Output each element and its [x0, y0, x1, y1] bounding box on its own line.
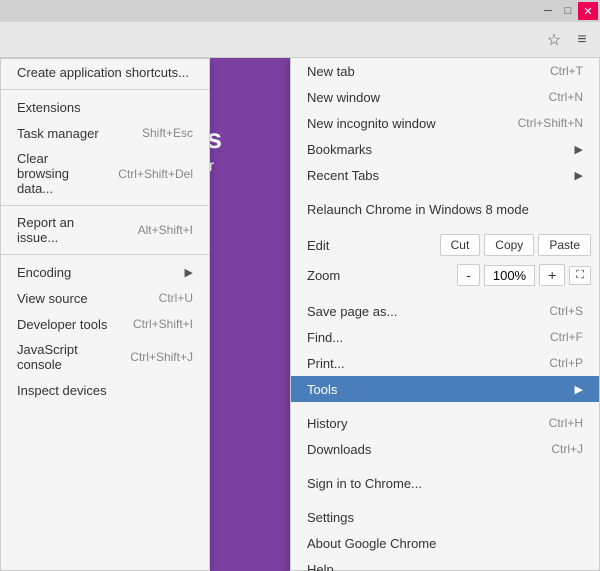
menu-item-save-page-shortcut: Ctrl+S	[549, 304, 583, 318]
menu-item-new-window[interactable]: New window Ctrl+N	[291, 84, 599, 110]
chevron-right-icon-2: ▶	[575, 169, 583, 182]
cut-button[interactable]: Cut	[440, 234, 481, 256]
menu-item-bookmarks-label: Bookmarks	[307, 142, 570, 157]
zoom-value: 100%	[484, 265, 535, 286]
tools-submenu: Create application shortcuts... Extensio…	[0, 58, 210, 571]
submenu-separator-2	[1, 205, 209, 206]
menu-edit-row: Edit Cut Copy Paste	[291, 230, 599, 260]
submenu-inspect-devices[interactable]: Inspect devices	[1, 377, 209, 403]
menu-item-new-window-shortcut: Ctrl+N	[549, 90, 583, 104]
fullscreen-button[interactable]: ⛶	[569, 266, 591, 285]
menu-item-sign-in[interactable]: Sign in to Chrome...	[291, 470, 599, 496]
submenu-extensions-label: Extensions	[17, 100, 193, 115]
submenu-clear-browsing-shortcut: Ctrl+Shift+Del	[118, 167, 193, 181]
menu-item-about-chrome-label: About Google Chrome	[307, 536, 583, 551]
submenu-developer-tools-label: Developer tools	[17, 317, 113, 332]
maximize-button[interactable]: □	[558, 2, 578, 20]
menu-item-new-incognito[interactable]: New incognito window Ctrl+Shift+N	[291, 110, 599, 136]
chevron-right-icon: ▶	[575, 143, 583, 156]
submenu-view-source-shortcut: Ctrl+U	[159, 291, 193, 305]
edit-label: Edit	[299, 238, 436, 253]
menu-item-downloads[interactable]: Downloads Ctrl+J	[291, 436, 599, 462]
submenu-separator-3	[1, 254, 209, 255]
menu-item-print-label: Print...	[307, 356, 529, 371]
menu-item-save-page[interactable]: Save page as... Ctrl+S	[291, 298, 599, 324]
menu-item-new-tab[interactable]: New tab Ctrl+T	[291, 58, 599, 84]
menu-icon[interactable]: ≡	[568, 26, 596, 54]
submenu-view-source[interactable]: View source Ctrl+U	[1, 285, 209, 311]
menu-item-tools[interactable]: Tools ▶	[291, 376, 599, 402]
menu-item-new-tab-label: New tab	[307, 64, 530, 79]
title-bar: ─ □ ✕	[0, 0, 600, 22]
submenu-create-shortcuts[interactable]: Create application shortcuts...	[1, 59, 209, 85]
copy-button[interactable]: Copy	[484, 234, 534, 256]
star-icon[interactable]: ☆	[540, 26, 568, 54]
menu-item-history-shortcut: Ctrl+H	[549, 416, 583, 430]
menu-item-help-label: Help	[307, 562, 583, 571]
chevron-right-icon-4: ▶	[185, 266, 193, 279]
menu-item-settings[interactable]: Settings	[291, 504, 599, 530]
menu-item-history[interactable]: History Ctrl+H	[291, 410, 599, 436]
menu-item-downloads-shortcut: Ctrl+J	[551, 442, 583, 456]
submenu-javascript-console-shortcut: Ctrl+Shift+J	[130, 350, 193, 364]
menu-item-relaunch[interactable]: Relaunch Chrome in Windows 8 mode	[291, 196, 599, 222]
menu-item-help[interactable]: Help	[291, 556, 599, 571]
menu-item-print-shortcut: Ctrl+P	[549, 356, 583, 370]
submenu-task-manager[interactable]: Task manager Shift+Esc	[1, 120, 209, 146]
submenu-javascript-console[interactable]: JavaScript console Ctrl+Shift+J	[1, 337, 209, 377]
menu-item-about-chrome[interactable]: About Google Chrome	[291, 530, 599, 556]
submenu-separator-1	[1, 89, 209, 90]
menu-item-find-shortcut: Ctrl+F	[550, 330, 583, 344]
submenu-report-issue[interactable]: Report an issue... Alt+Shift+I	[1, 210, 209, 250]
menu-item-save-page-label: Save page as...	[307, 304, 529, 319]
submenu-inspect-devices-label: Inspect devices	[17, 383, 193, 398]
close-button[interactable]: ✕	[578, 2, 598, 20]
menu-item-history-label: History	[307, 416, 529, 431]
submenu-report-issue-shortcut: Alt+Shift+I	[138, 223, 193, 237]
menu-item-print[interactable]: Print... Ctrl+P	[291, 350, 599, 376]
zoom-out-button[interactable]: -	[457, 264, 480, 286]
menu-item-new-window-label: New window	[307, 90, 529, 105]
submenu-task-manager-shortcut: Shift+Esc	[142, 126, 193, 140]
submenu-developer-tools[interactable]: Developer tools Ctrl+Shift+I	[1, 311, 209, 337]
menu-zoom-row: Zoom - 100% + ⛶	[291, 260, 599, 290]
menu-item-recent-tabs[interactable]: Recent Tabs ▶	[291, 162, 599, 188]
zoom-in-button[interactable]: +	[539, 264, 565, 286]
menu-item-tools-label: Tools	[307, 382, 570, 397]
menu-item-new-tab-shortcut: Ctrl+T	[550, 64, 583, 78]
submenu-encoding-label: Encoding	[17, 265, 180, 280]
minimize-button[interactable]: ─	[538, 2, 558, 20]
menu-item-bookmarks[interactable]: Bookmarks ▶	[291, 136, 599, 162]
paste-button[interactable]: Paste	[538, 234, 591, 256]
zoom-label: Zoom	[299, 268, 453, 283]
chevron-right-icon-3: ▶	[575, 383, 583, 396]
menu-item-find-label: Find...	[307, 330, 530, 345]
submenu-create-shortcuts-label: Create application shortcuts...	[17, 65, 193, 80]
submenu-encoding[interactable]: Encoding ▶	[1, 259, 209, 285]
submenu-task-manager-label: Task manager	[17, 126, 122, 141]
submenu-developer-tools-shortcut: Ctrl+Shift+I	[133, 317, 193, 331]
menu-item-downloads-label: Downloads	[307, 442, 531, 457]
page-content: uponarific d Now, Save Ins You Can Save …	[0, 58, 600, 571]
submenu-clear-browsing-label: Clear browsing data...	[17, 151, 98, 196]
menu-item-recent-tabs-label: Recent Tabs	[307, 168, 570, 183]
submenu-javascript-console-label: JavaScript console	[17, 342, 110, 372]
menu-item-new-incognito-label: New incognito window	[307, 116, 498, 131]
submenu-report-issue-label: Report an issue...	[17, 215, 118, 245]
menu-item-sign-in-label: Sign in to Chrome...	[307, 476, 583, 491]
submenu-view-source-label: View source	[17, 291, 139, 306]
menu-item-relaunch-label: Relaunch Chrome in Windows 8 mode	[307, 202, 583, 217]
chrome-menu: New tab Ctrl+T New window Ctrl+N New inc…	[290, 58, 600, 571]
menu-item-settings-label: Settings	[307, 510, 583, 525]
submenu-extensions[interactable]: Extensions	[1, 94, 209, 120]
browser-toolbar: ☆ ≡	[0, 22, 600, 58]
menu-item-new-incognito-shortcut: Ctrl+Shift+N	[518, 116, 583, 130]
submenu-clear-browsing[interactable]: Clear browsing data... Ctrl+Shift+Del	[1, 146, 209, 201]
menu-item-find[interactable]: Find... Ctrl+F	[291, 324, 599, 350]
